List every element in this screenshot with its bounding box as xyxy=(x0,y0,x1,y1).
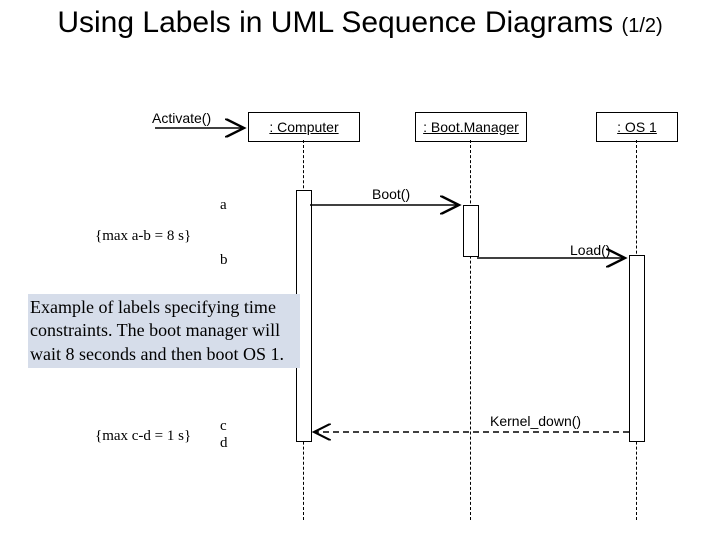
activation-bootmanager xyxy=(463,205,479,257)
arrows-layer xyxy=(0,0,720,540)
msg-kerneldown-label: Kernel_down() xyxy=(490,413,581,429)
time-label-c: c xyxy=(220,418,227,435)
msg-load-label: Load() xyxy=(570,242,610,258)
caption-text: Example of labels specifying time constr… xyxy=(28,294,300,368)
activate-label: Activate() xyxy=(152,110,211,126)
slide-title: Using Labels in UML Sequence Diagrams (1… xyxy=(0,6,720,40)
slide-root: Using Labels in UML Sequence Diagrams (1… xyxy=(0,0,720,540)
constraint-cd: {max c-d = 1 s} xyxy=(95,428,191,445)
title-main: Using Labels in UML Sequence Diagrams xyxy=(57,6,613,39)
lifeline-bootmanager xyxy=(470,140,471,520)
time-label-b: b xyxy=(220,252,228,269)
title-sub: (1/2) xyxy=(622,15,663,37)
participant-os1: : OS 1 xyxy=(596,112,678,142)
constraint-ab: {max a-b = 8 s} xyxy=(95,228,191,245)
participant-bootmanager: : Boot.Manager xyxy=(415,112,527,142)
msg-boot-label: Boot() xyxy=(372,186,410,202)
activation-os1 xyxy=(629,255,645,442)
time-label-a: a xyxy=(220,197,227,214)
participant-computer: : Computer xyxy=(248,112,360,142)
time-label-d: d xyxy=(220,435,228,452)
